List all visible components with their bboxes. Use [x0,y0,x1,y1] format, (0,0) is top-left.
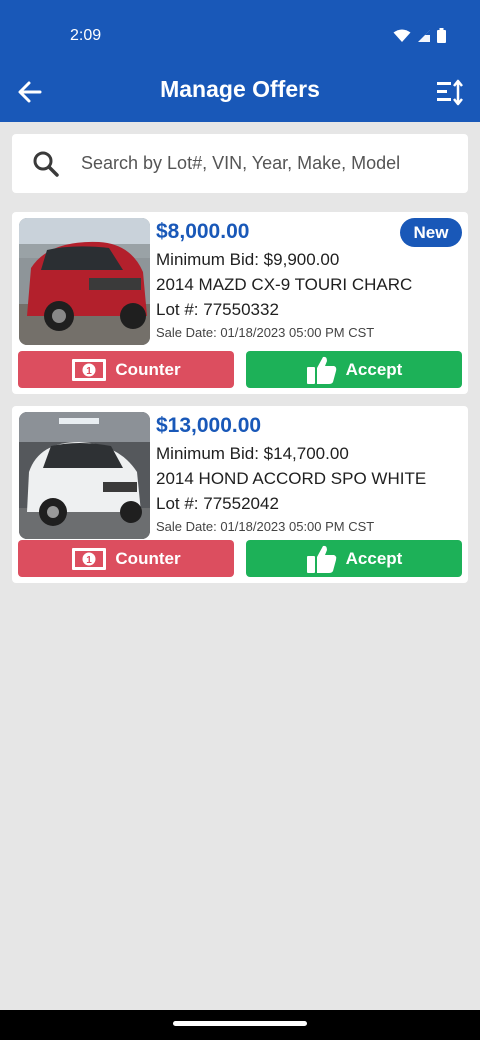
status-time: 2:09 [70,27,102,44]
title-bar: Manage Offers [0,66,480,118]
vehicle-description: 2014 MAZD CX-9 TOURI CHARC [156,275,413,294]
thumbs-up-icon [306,545,336,573]
accept-label: Accept [345,359,403,379]
accept-button[interactable]: Accept [246,351,462,388]
lot-number: Lot #: 77550332 [156,300,279,319]
accept-label: Accept [345,548,403,568]
page-title: Manage Offers [160,76,320,102]
lot-number: Lot #: 77552042 [156,494,279,513]
wifi-icon [393,29,411,42]
vehicle-description: 2014 HOND ACCORD SPO WHITE [156,469,427,488]
offer-card[interactable]: $8,000.00 New Minimum Bid: $9,900.00 201… [12,212,468,394]
counter-label: Counter [115,548,181,568]
status-icons [393,28,446,43]
offer-price: $13,000.00 [156,414,262,437]
svg-text:1: 1 [87,366,93,377]
sort-icon[interactable] [434,76,466,108]
cellular-icon [418,29,430,42]
svg-text:1: 1 [87,555,93,566]
thumbs-up-icon [306,356,336,384]
sale-date: Sale Date: 01/18/2023 05:00 PM CST [156,519,375,534]
counter-button[interactable]: 1 Counter [18,351,234,388]
counter-button[interactable]: 1 Counter [18,540,234,577]
counter-label: Counter [115,359,181,379]
status-bar: 2:09 [0,0,480,60]
app-bar: 2:09 Manage Offers [0,0,480,122]
system-nav-bar [0,1010,480,1040]
offer-price: $8,000.00 [156,220,250,243]
battery-icon [437,28,446,43]
home-gesture-handle[interactable] [173,1021,307,1026]
new-badge: New [400,218,462,247]
money-icon: 1 [72,358,107,381]
sale-date: Sale Date: 01/18/2023 05:00 PM CST [156,325,375,340]
minimum-bid: Minimum Bid: $14,700.00 [156,444,349,463]
money-icon: 1 [72,547,107,570]
accept-button[interactable]: Accept [246,540,462,577]
vehicle-photo [19,412,150,539]
offer-card[interactable]: $13,000.00 Minimum Bid: $14,700.00 2014 … [12,406,468,583]
search-icon [33,151,59,177]
vehicle-photo [19,218,150,345]
search-bar[interactable]: Search by Lot#, VIN, Year, Make, Model [12,134,468,193]
minimum-bid: Minimum Bid: $9,900.00 [156,250,340,269]
search-input[interactable]: Search by Lot#, VIN, Year, Make, Model [81,153,400,174]
